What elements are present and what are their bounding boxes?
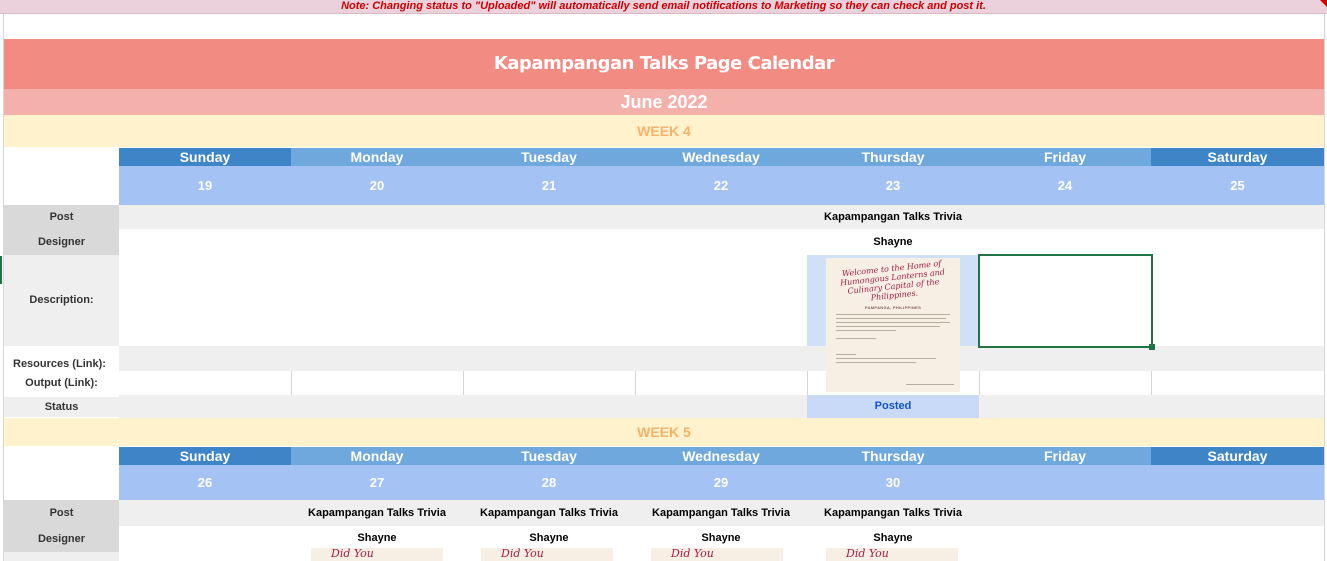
day-header-tuesday[interactable]: Tuesday [463, 148, 635, 166]
thumbnail-text-line [836, 358, 936, 359]
cell-divider [635, 371, 636, 395]
monday-post-cell[interactable]: Kapampangan Talks Trivia [291, 500, 463, 526]
thursday-designer-cell[interactable]: Shayne [807, 229, 979, 255]
cell-divider [1151, 371, 1152, 395]
date-cell[interactable]: 21 [463, 178, 635, 193]
date-cell[interactable]: 20 [291, 178, 463, 193]
date-cell[interactable]: 28 [463, 475, 635, 490]
thumbnail-text-line [906, 384, 954, 385]
day-header-tuesday[interactable]: Tuesday [463, 447, 635, 465]
day-header-thursday[interactable]: Thursday [807, 148, 979, 166]
week-4-header: WEEK 4 [4, 115, 1324, 147]
cell-divider [979, 371, 980, 395]
cell-divider [807, 371, 808, 395]
thumbnail-text-line [836, 326, 940, 327]
row-label-status: Status [4, 397, 119, 417]
thumbnail-title: Did You [671, 548, 714, 560]
row-label-post: Post [4, 500, 119, 526]
row-label-description: Description: [4, 255, 119, 346]
thumbnail-subtitle: PAMPANGA, PHILIPPINES [864, 305, 922, 310]
date-cell[interactable]: 22 [635, 178, 807, 193]
row-label-designer: Designer [4, 229, 119, 255]
row-label-resources: Resources (Link): [13, 358, 106, 370]
row-label-description [4, 552, 119, 561]
thursday-post-cell[interactable]: Kapampangan Talks Trivia [807, 500, 979, 526]
thumbnail-title: Welcome to the Home of Humongous Lantern… [839, 258, 946, 303]
status-row [119, 395, 1324, 418]
day-header-sunday[interactable]: Sunday [119, 447, 291, 465]
thursday-status-cell[interactable]: Posted [807, 395, 979, 418]
cell-divider [291, 371, 292, 395]
thumbnail-text-line [836, 330, 896, 331]
day-header-monday[interactable]: Monday [291, 447, 463, 465]
date-cell[interactable]: 23 [807, 178, 979, 193]
wednesday-designer-cell[interactable]: Shayne [635, 526, 807, 550]
resources-row [119, 346, 1324, 371]
date-cell[interactable]: 24 [979, 178, 1151, 193]
row-label-designer: Designer [4, 526, 119, 552]
day-header-saturday[interactable]: Saturday [1151, 148, 1324, 166]
month-header: June 2022 [4, 89, 1324, 115]
thumbnail-title-wrap: Welcome to the Home of Humongous Lantern… [830, 259, 956, 302]
row-label-post: Post [4, 205, 119, 229]
monday-designer-cell[interactable]: Shayne [291, 526, 463, 550]
day-header-wednesday[interactable]: Wednesday [635, 447, 807, 465]
thumbnail-text-line [836, 362, 916, 363]
thumbnail-title: Did You [331, 548, 374, 560]
day-header-sunday[interactable]: Sunday [119, 148, 291, 166]
fill-handle[interactable] [1149, 344, 1155, 350]
date-cell[interactable]: 26 [119, 475, 291, 490]
note-comment-marker [1320, 0, 1327, 7]
thumbnail-text-line [836, 354, 856, 355]
date-cell[interactable]: 29 [635, 475, 807, 490]
day-header-monday[interactable]: Monday [291, 148, 463, 166]
cell-divider [463, 371, 464, 395]
thursday-designer-cell[interactable]: Shayne [807, 526, 979, 550]
tuesday-post-cell[interactable]: Kapampangan Talks Trivia [463, 500, 635, 526]
row-selection-marker [0, 256, 2, 284]
thursday-post-cell[interactable]: Kapampangan Talks Trivia [807, 205, 979, 229]
wednesday-post-cell[interactable]: Kapampangan Talks Trivia [635, 500, 807, 526]
notification-note: Note: Changing status to "Uploaded" will… [0, 0, 1327, 14]
tuesday-designer-cell[interactable]: Shayne [463, 526, 635, 550]
post-thumbnail-image[interactable]: Did You [311, 548, 443, 561]
day-header-saturday[interactable]: Saturday [1151, 447, 1324, 465]
post-row [119, 205, 1324, 229]
post-thumbnail-image[interactable]: Did You [826, 548, 958, 561]
calendar-title: Kapampangan Talks Page Calendar [4, 39, 1324, 89]
date-cell[interactable]: 27 [291, 475, 463, 490]
day-header-thursday[interactable]: Thursday [807, 447, 979, 465]
thumbnail-text-line [836, 314, 950, 315]
date-cell[interactable]: 30 [807, 475, 979, 490]
day-header-friday[interactable]: Friday [979, 447, 1151, 465]
thumbnail-text-line [836, 338, 876, 339]
thumbnail-text-line [836, 322, 950, 323]
day-header-friday[interactable]: Friday [979, 148, 1151, 166]
post-thumbnail-image[interactable]: Welcome to the Home of Humongous Lantern… [826, 258, 960, 392]
post-thumbnail-image[interactable]: Did You [481, 548, 613, 561]
selected-cell[interactable] [978, 254, 1153, 348]
day-header-wednesday[interactable]: Wednesday [635, 148, 807, 166]
date-cell[interactable]: 19 [119, 178, 291, 193]
row-label-output: Output (Link): [25, 377, 98, 389]
post-thumbnail-image[interactable]: Did You [651, 548, 783, 561]
thumbnail-text-line [836, 318, 946, 319]
date-cell[interactable]: 25 [1151, 178, 1324, 193]
week-5-header: WEEK 5 [4, 418, 1324, 446]
thumbnail-title: Did You [846, 548, 889, 560]
thumbnail-title: Did You [501, 548, 544, 560]
